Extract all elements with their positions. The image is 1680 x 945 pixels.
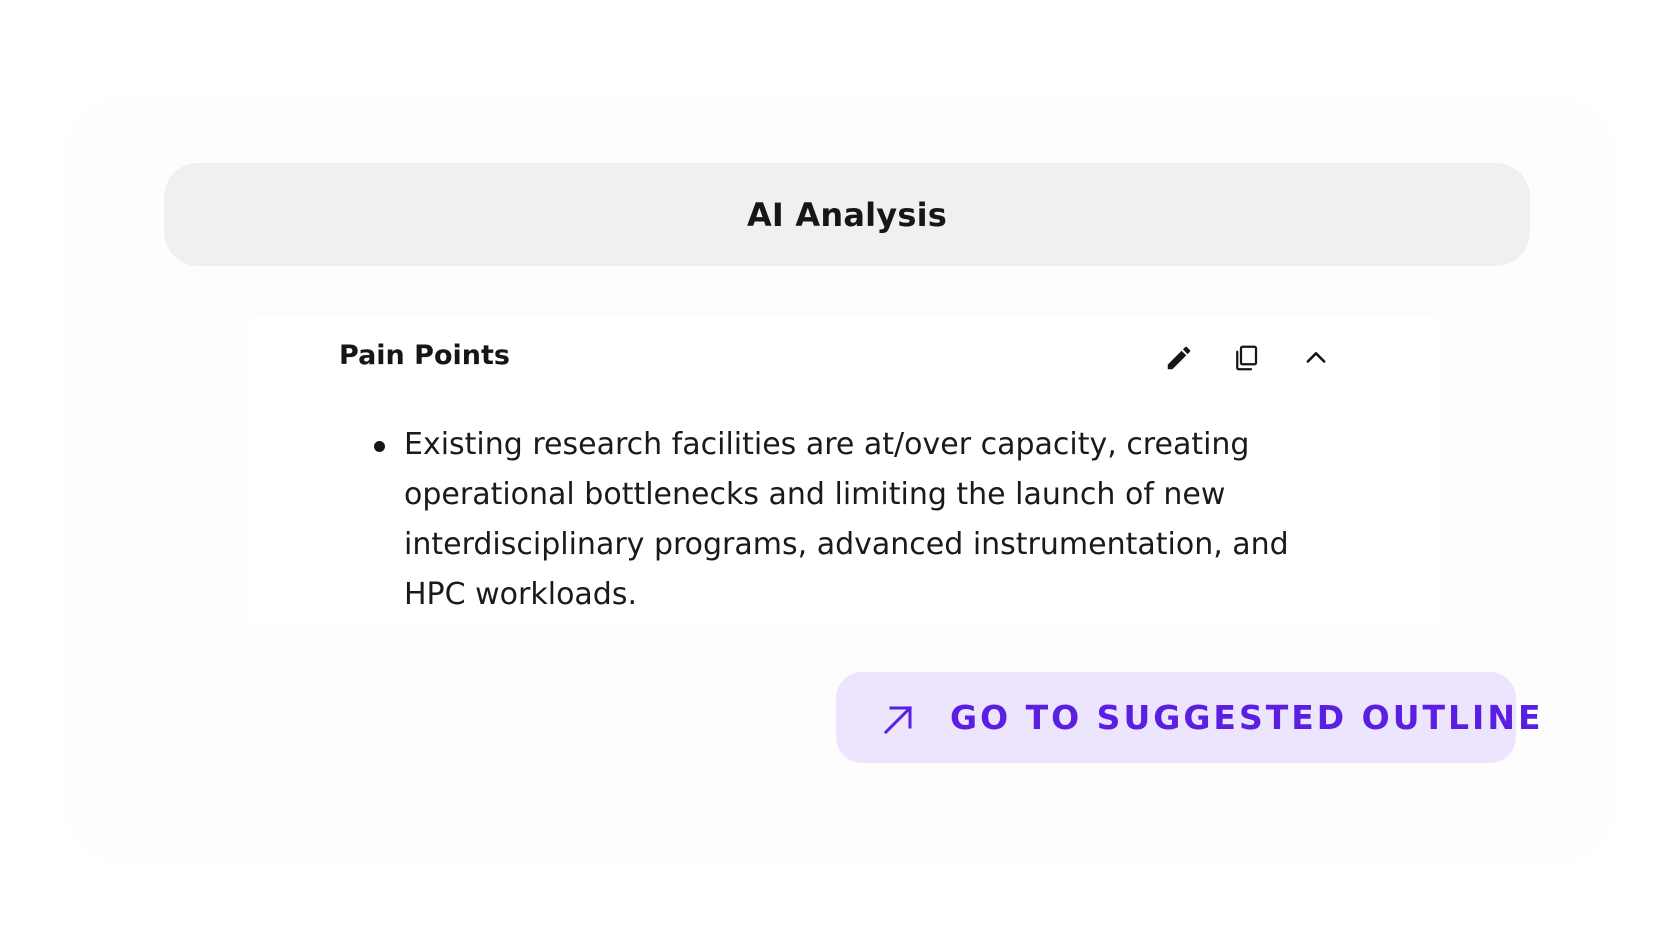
section-title: Pain Points — [339, 340, 510, 371]
page-title: AI Analysis — [746, 195, 948, 234]
list-item: Existing research facilities are at/over… — [372, 420, 1292, 620]
list-item-text: Existing research facilities are at/over… — [404, 427, 1289, 612]
copy-button[interactable] — [1224, 336, 1268, 380]
edit-button[interactable] — [1157, 336, 1201, 380]
bullet-icon — [374, 441, 385, 452]
chevron-up-icon — [1306, 352, 1326, 363]
arrow-up-right-icon — [883, 705, 913, 735]
cta-label: GO TO SUGGESTED OUTLINE — [950, 698, 1544, 737]
pencil-icon — [1167, 346, 1191, 370]
analysis-header: AI Analysis — [164, 163, 1530, 266]
go-to-suggested-outline-button[interactable]: GO TO SUGGESTED OUTLINE — [836, 672, 1541, 763]
pain-points-list: Existing research facilities are at/over… — [372, 420, 1292, 620]
copy-icon — [1236, 345, 1258, 371]
collapse-button[interactable] — [1294, 336, 1338, 380]
